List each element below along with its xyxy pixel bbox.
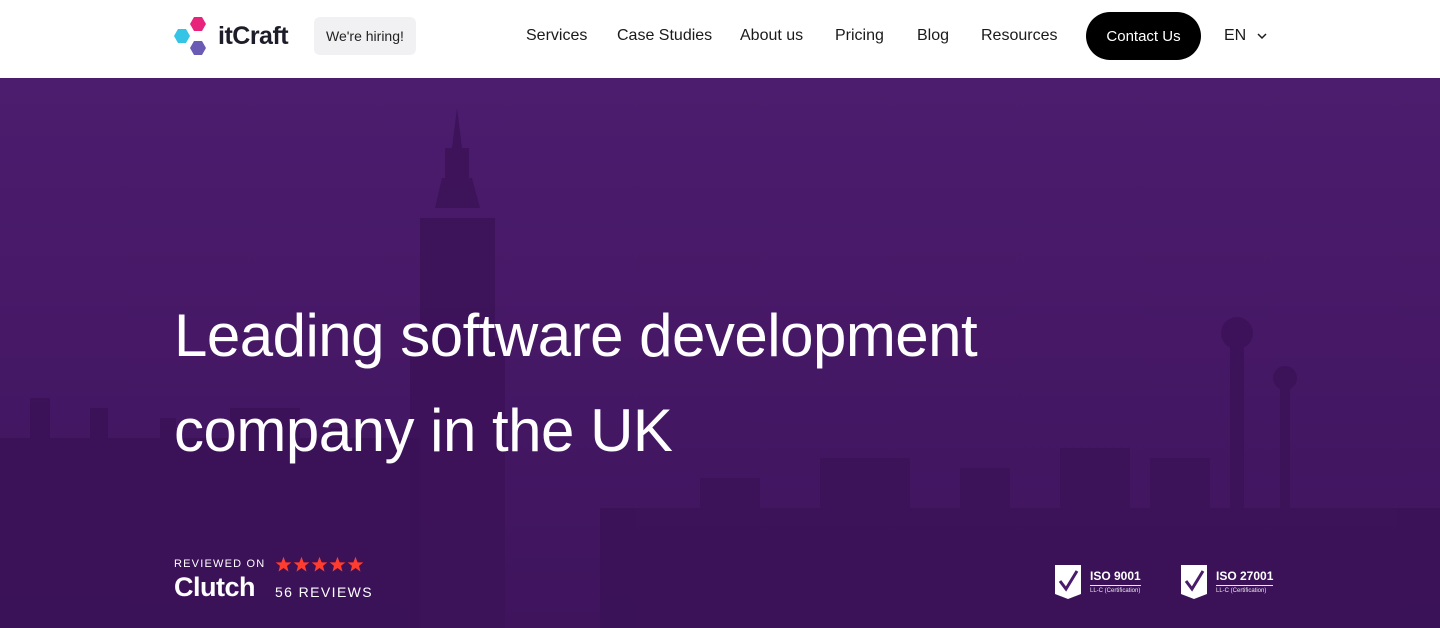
clutch-badge[interactable]: REVIEWED ON Clutch 56 REVIEWS xyxy=(174,556,374,606)
nav-about-us[interactable]: About us xyxy=(740,0,803,72)
headline-line-2: company in the UK xyxy=(174,397,673,464)
nav-blog[interactable]: Blog xyxy=(917,0,949,72)
iso-title: ISO 9001 xyxy=(1090,569,1141,583)
checkmark-shield-icon xyxy=(1055,565,1081,599)
checkmark-shield-icon xyxy=(1181,565,1207,599)
itcraft-logo[interactable]: itCraft xyxy=(174,16,289,56)
headline-line-1: Leading software development xyxy=(174,302,978,369)
contact-us-button[interactable]: Contact Us xyxy=(1086,12,1201,60)
logo-wordmark: itCraft xyxy=(218,21,289,50)
star-icon xyxy=(275,556,292,572)
nav-case-studies[interactable]: Case Studies xyxy=(617,0,712,72)
iso-27001-badge: ISO 27001 LL-C (Certification) xyxy=(1180,563,1274,601)
hero-section: Leading software development company in … xyxy=(0,78,1440,628)
clutch-logo: Clutch xyxy=(174,572,256,602)
hiring-badge[interactable]: We're hiring! xyxy=(314,17,416,55)
iso-title: ISO 27001 xyxy=(1216,569,1274,583)
reviews-count: 56 REVIEWS xyxy=(275,584,374,600)
iso-subtitle: LL-C (Certification) xyxy=(1216,585,1274,595)
nav-services[interactable]: Services xyxy=(526,0,587,72)
rating-stars xyxy=(275,556,364,573)
iso-subtitle: LL-C (Certification) xyxy=(1090,585,1141,595)
star-icon xyxy=(311,556,328,572)
language-selector[interactable]: EN xyxy=(1224,0,1268,72)
reviewed-on-label: REVIEWED ON xyxy=(174,558,266,570)
star-icon xyxy=(293,556,310,572)
site-header: itCraft We're hiring! Services Case Stud… xyxy=(0,0,1440,78)
nav-resources[interactable]: Resources xyxy=(981,0,1057,72)
hexagon-logo-icon xyxy=(174,17,206,55)
iso-9001-badge: ISO 9001 LL-C (Certification) xyxy=(1054,563,1141,601)
star-icon xyxy=(347,556,364,572)
star-icon xyxy=(329,556,346,572)
language-label: EN xyxy=(1224,27,1247,44)
chevron-down-icon xyxy=(1257,33,1267,40)
hero-headline: Leading software development company in … xyxy=(174,288,1094,478)
nav-pricing[interactable]: Pricing xyxy=(835,0,884,72)
